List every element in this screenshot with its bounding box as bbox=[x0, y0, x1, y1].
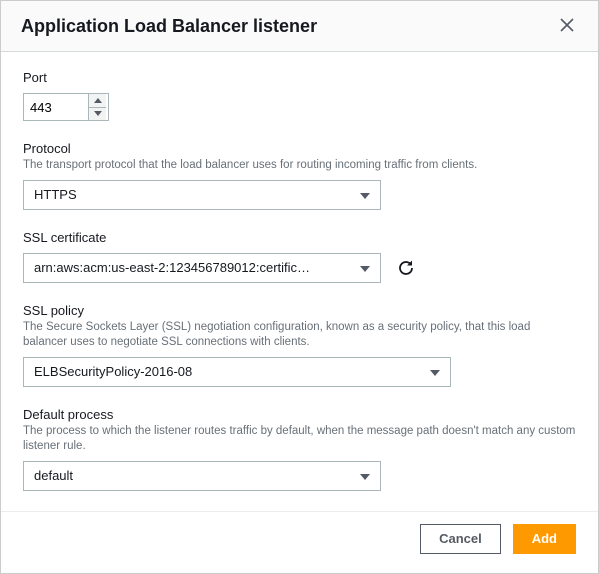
ssl-policy-value: ELBSecurityPolicy-2016-08 bbox=[34, 364, 192, 379]
field-protocol: Protocol The transport protocol that the… bbox=[23, 141, 576, 210]
dialog-body: Port Protocol The transport protocol tha… bbox=[1, 52, 598, 511]
field-port: Port bbox=[23, 70, 576, 121]
dialog-title: Application Load Balancer listener bbox=[21, 16, 317, 37]
port-steppers bbox=[88, 94, 106, 120]
add-button[interactable]: Add bbox=[513, 524, 576, 554]
protocol-desc: The transport protocol that the load bal… bbox=[23, 158, 576, 174]
field-default-process: Default process The process to which the… bbox=[23, 407, 576, 491]
dialog-footer: Cancel Add bbox=[1, 511, 598, 570]
chevron-down-icon bbox=[360, 468, 370, 483]
chevron-down-icon bbox=[360, 187, 370, 202]
field-ssl-policy: SSL policy The Secure Sockets Layer (SSL… bbox=[23, 303, 576, 387]
close-icon[interactable] bbox=[556, 13, 578, 39]
protocol-value: HTTPS bbox=[34, 187, 77, 202]
port-input[interactable] bbox=[24, 94, 88, 120]
dialog-header: Application Load Balancer listener bbox=[1, 1, 598, 52]
chevron-down-icon bbox=[430, 364, 440, 379]
port-input-wrap bbox=[23, 93, 109, 121]
protocol-select[interactable]: HTTPS bbox=[23, 180, 381, 210]
ssl-cert-label: SSL certificate bbox=[23, 230, 576, 245]
ssl-policy-desc: The Secure Sockets Layer (SSL) negotiati… bbox=[23, 320, 576, 351]
refresh-icon[interactable] bbox=[393, 255, 419, 281]
default-process-value: default bbox=[34, 468, 73, 483]
default-process-desc: The process to which the listener routes… bbox=[23, 424, 576, 455]
port-step-up[interactable] bbox=[89, 94, 106, 108]
ssl-policy-label: SSL policy bbox=[23, 303, 576, 318]
protocol-label: Protocol bbox=[23, 141, 576, 156]
chevron-down-icon bbox=[360, 260, 370, 275]
field-ssl-certificate: SSL certificate arn:aws:acm:us-east-2:12… bbox=[23, 230, 576, 283]
cancel-button[interactable]: Cancel bbox=[420, 524, 501, 554]
ssl-policy-select[interactable]: ELBSecurityPolicy-2016-08 bbox=[23, 357, 451, 387]
ssl-cert-value: arn:aws:acm:us-east-2:123456789012:certi… bbox=[34, 260, 310, 275]
default-process-label: Default process bbox=[23, 407, 576, 422]
port-step-down[interactable] bbox=[89, 108, 106, 121]
ssl-cert-select[interactable]: arn:aws:acm:us-east-2:123456789012:certi… bbox=[23, 253, 381, 283]
port-label: Port bbox=[23, 70, 576, 85]
default-process-select[interactable]: default bbox=[23, 461, 381, 491]
